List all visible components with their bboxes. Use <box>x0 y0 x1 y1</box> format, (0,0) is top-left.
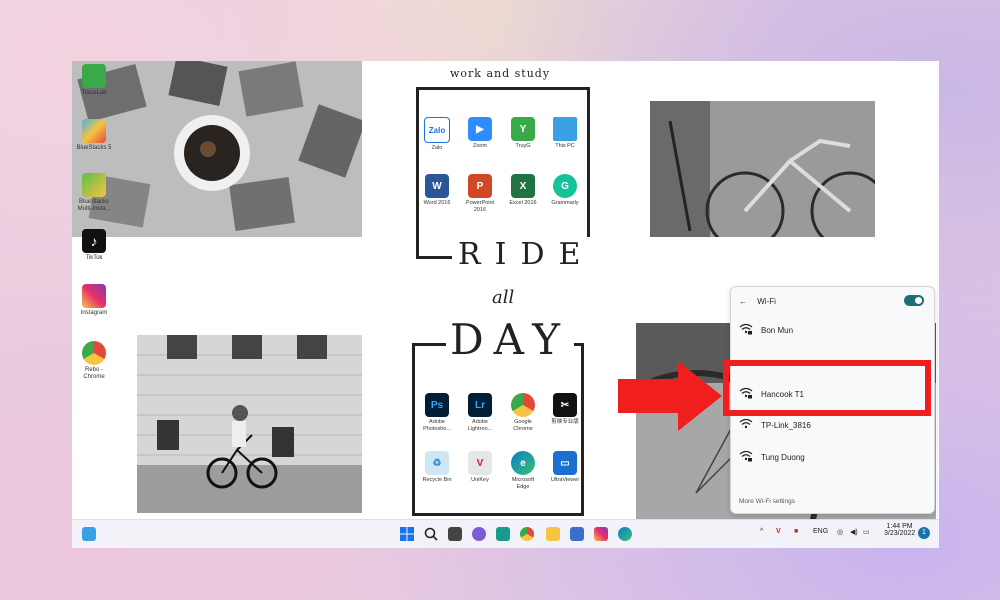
clock-date: 3/23/2022 <box>884 530 916 537</box>
desktop-screen: TraceLab BlueStacks 5 BlueStacks Multi-I… <box>72 61 939 548</box>
search-icon[interactable] <box>424 527 438 541</box>
wifi-secured-icon <box>739 450 753 464</box>
bicycle-wall-photo <box>650 101 875 237</box>
chrome-shortcut[interactable]: Google Chrome <box>508 393 538 432</box>
capcut-shortcut[interactable]: ✂ 剪映专业版 <box>550 393 580 426</box>
edge-shortcut[interactable]: e Microsoft Edge <box>508 451 538 490</box>
pdf-tray-icon[interactable]: ■ <box>794 528 798 535</box>
truyg-shortcut[interactable]: Y TruyG <box>508 117 538 150</box>
recycle-bin-icon: ♻ <box>425 451 449 475</box>
unikey-icon: V <box>468 451 492 475</box>
this-pc-shortcut[interactable]: This PC <box>550 117 580 150</box>
instagram-icon[interactable] <box>594 527 608 541</box>
wifi-secured-icon <box>739 323 753 337</box>
chat-icon[interactable] <box>472 527 486 541</box>
unikey-shortcut[interactable]: V UniKey <box>465 451 495 484</box>
wifi-network-name: Bon Mun <box>761 325 794 335</box>
more-wifi-settings-link[interactable]: More Wi-Fi settings <box>739 498 795 505</box>
excel-shortcut[interactable]: X Excel 2016 <box>508 174 538 207</box>
tiktok-icon: ♪ <box>82 229 106 253</box>
store-icon[interactable] <box>570 527 584 541</box>
all-heading: all <box>492 287 515 308</box>
wifi-network-name: Tung Duong <box>761 452 805 462</box>
chrome-icon[interactable] <box>520 527 534 541</box>
desktop-icon-chrome[interactable]: Rebo - Chrome <box>74 341 114 381</box>
desktop-icon-bluestacks[interactable]: BlueStacks 5 <box>74 119 114 152</box>
powerpoint-shortcut[interactable]: P PowerPoint 2016 <box>465 174 495 213</box>
windows-start-icon[interactable] <box>400 527 414 541</box>
bluestacks-multi-icon <box>82 173 106 197</box>
task-view-icon[interactable] <box>448 527 462 541</box>
notification-badge[interactable]: 1 <box>918 527 930 539</box>
cyclist-street-photo <box>137 335 362 513</box>
edge-icon[interactable] <box>618 527 632 541</box>
chevron-up-icon[interactable]: ^ <box>760 528 763 535</box>
zoom-icon: ▶ <box>468 117 492 141</box>
word-shortcut[interactable]: W Word 2016 <box>422 174 452 207</box>
desktop-icon-bluestacks-multi[interactable]: BlueStacks Multi-Insta... <box>74 173 114 213</box>
battery-icon[interactable]: ▭ <box>863 528 870 536</box>
zalo-icon: Zalo <box>424 117 450 143</box>
word-icon: W <box>425 174 449 198</box>
chrome-icon <box>511 393 535 417</box>
ultraviewer-shortcut[interactable]: ▭ UltraViewer <box>550 451 580 484</box>
capcut-icon: ✂ <box>553 393 577 417</box>
truyg-icon: Y <box>511 117 535 141</box>
recycle-bin-shortcut[interactable]: ♻ Recycle Bin <box>422 451 452 484</box>
zoom-shortcut[interactable]: ▶ Zoom <box>465 117 495 150</box>
lightroom-icon: Lr <box>468 393 492 417</box>
day-heading: DAY <box>446 315 575 364</box>
ride-heading: RIDE <box>452 237 601 272</box>
grammarly-icon: G <box>553 174 577 198</box>
work-study-heading: work and study <box>450 67 551 80</box>
highlight-box <box>723 360 931 416</box>
lightroom-shortcut[interactable]: Lr Adobe Lightroo... <box>465 393 495 432</box>
wifi-network-name: TP-Link_3816 <box>761 420 811 430</box>
taskbar: ^ V ■ ENG ◎ ◀) ▭ 1:44 PM 3/23/2022 1 <box>72 519 939 548</box>
work-apps-frame <box>416 87 590 259</box>
powerpoint-icon: P <box>468 174 492 198</box>
photoshop-shortcut[interactable]: Ps Adobe Photosho... <box>422 393 452 432</box>
app-icon[interactable] <box>496 527 510 541</box>
grammarly-shortcut[interactable]: G Grammarly <box>550 174 580 207</box>
file-explorer-icon[interactable] <box>546 527 560 541</box>
wifi-title: Wi-Fi <box>757 297 776 306</box>
red-arrow-icon <box>618 361 722 431</box>
this-pc-icon <box>553 117 577 141</box>
clock[interactable]: 1:44 PM 3/23/2022 <box>884 523 915 537</box>
zalo-shortcut[interactable]: Zalo Zalo <box>422 117 452 152</box>
volume-icon[interactable]: ◀) <box>850 528 858 536</box>
bluestacks-icon <box>82 119 106 143</box>
edge-icon: e <box>511 451 535 475</box>
back-arrow-icon[interactable]: ← <box>739 297 747 306</box>
language-indicator[interactable]: ENG <box>813 528 828 535</box>
ultraviewer-icon: ▭ <box>553 451 577 475</box>
desktop-icon-instagram[interactable]: Instagram <box>74 284 114 317</box>
wifi-network-item[interactable]: Bon Mun <box>739 323 793 337</box>
wifi-icon <box>739 418 753 432</box>
chrome-icon <box>82 341 106 365</box>
wifi-toggle[interactable] <box>904 295 924 306</box>
instagram-icon <box>82 284 106 308</box>
trace-app-icon <box>82 64 106 88</box>
widgets-icon[interactable] <box>82 527 96 541</box>
wifi-network-item[interactable]: TP-Link_3816 <box>739 418 811 432</box>
desktop-icon-tiktok[interactable]: ♪ TikTok <box>74 229 114 262</box>
network-icon[interactable]: ◎ <box>837 528 843 536</box>
desktop-icon-tracelab[interactable]: TraceLab <box>74 64 114 97</box>
excel-icon: X <box>511 174 535 198</box>
photoshop-icon: Ps <box>425 393 449 417</box>
clock-time: 1:44 PM <box>886 523 913 530</box>
coffee-photo <box>72 61 362 237</box>
wifi-header: ← Wi-Fi <box>739 297 776 306</box>
wifi-network-item[interactable]: Tung Duong <box>739 450 805 464</box>
unikey-tray-icon[interactable]: V <box>776 528 781 535</box>
